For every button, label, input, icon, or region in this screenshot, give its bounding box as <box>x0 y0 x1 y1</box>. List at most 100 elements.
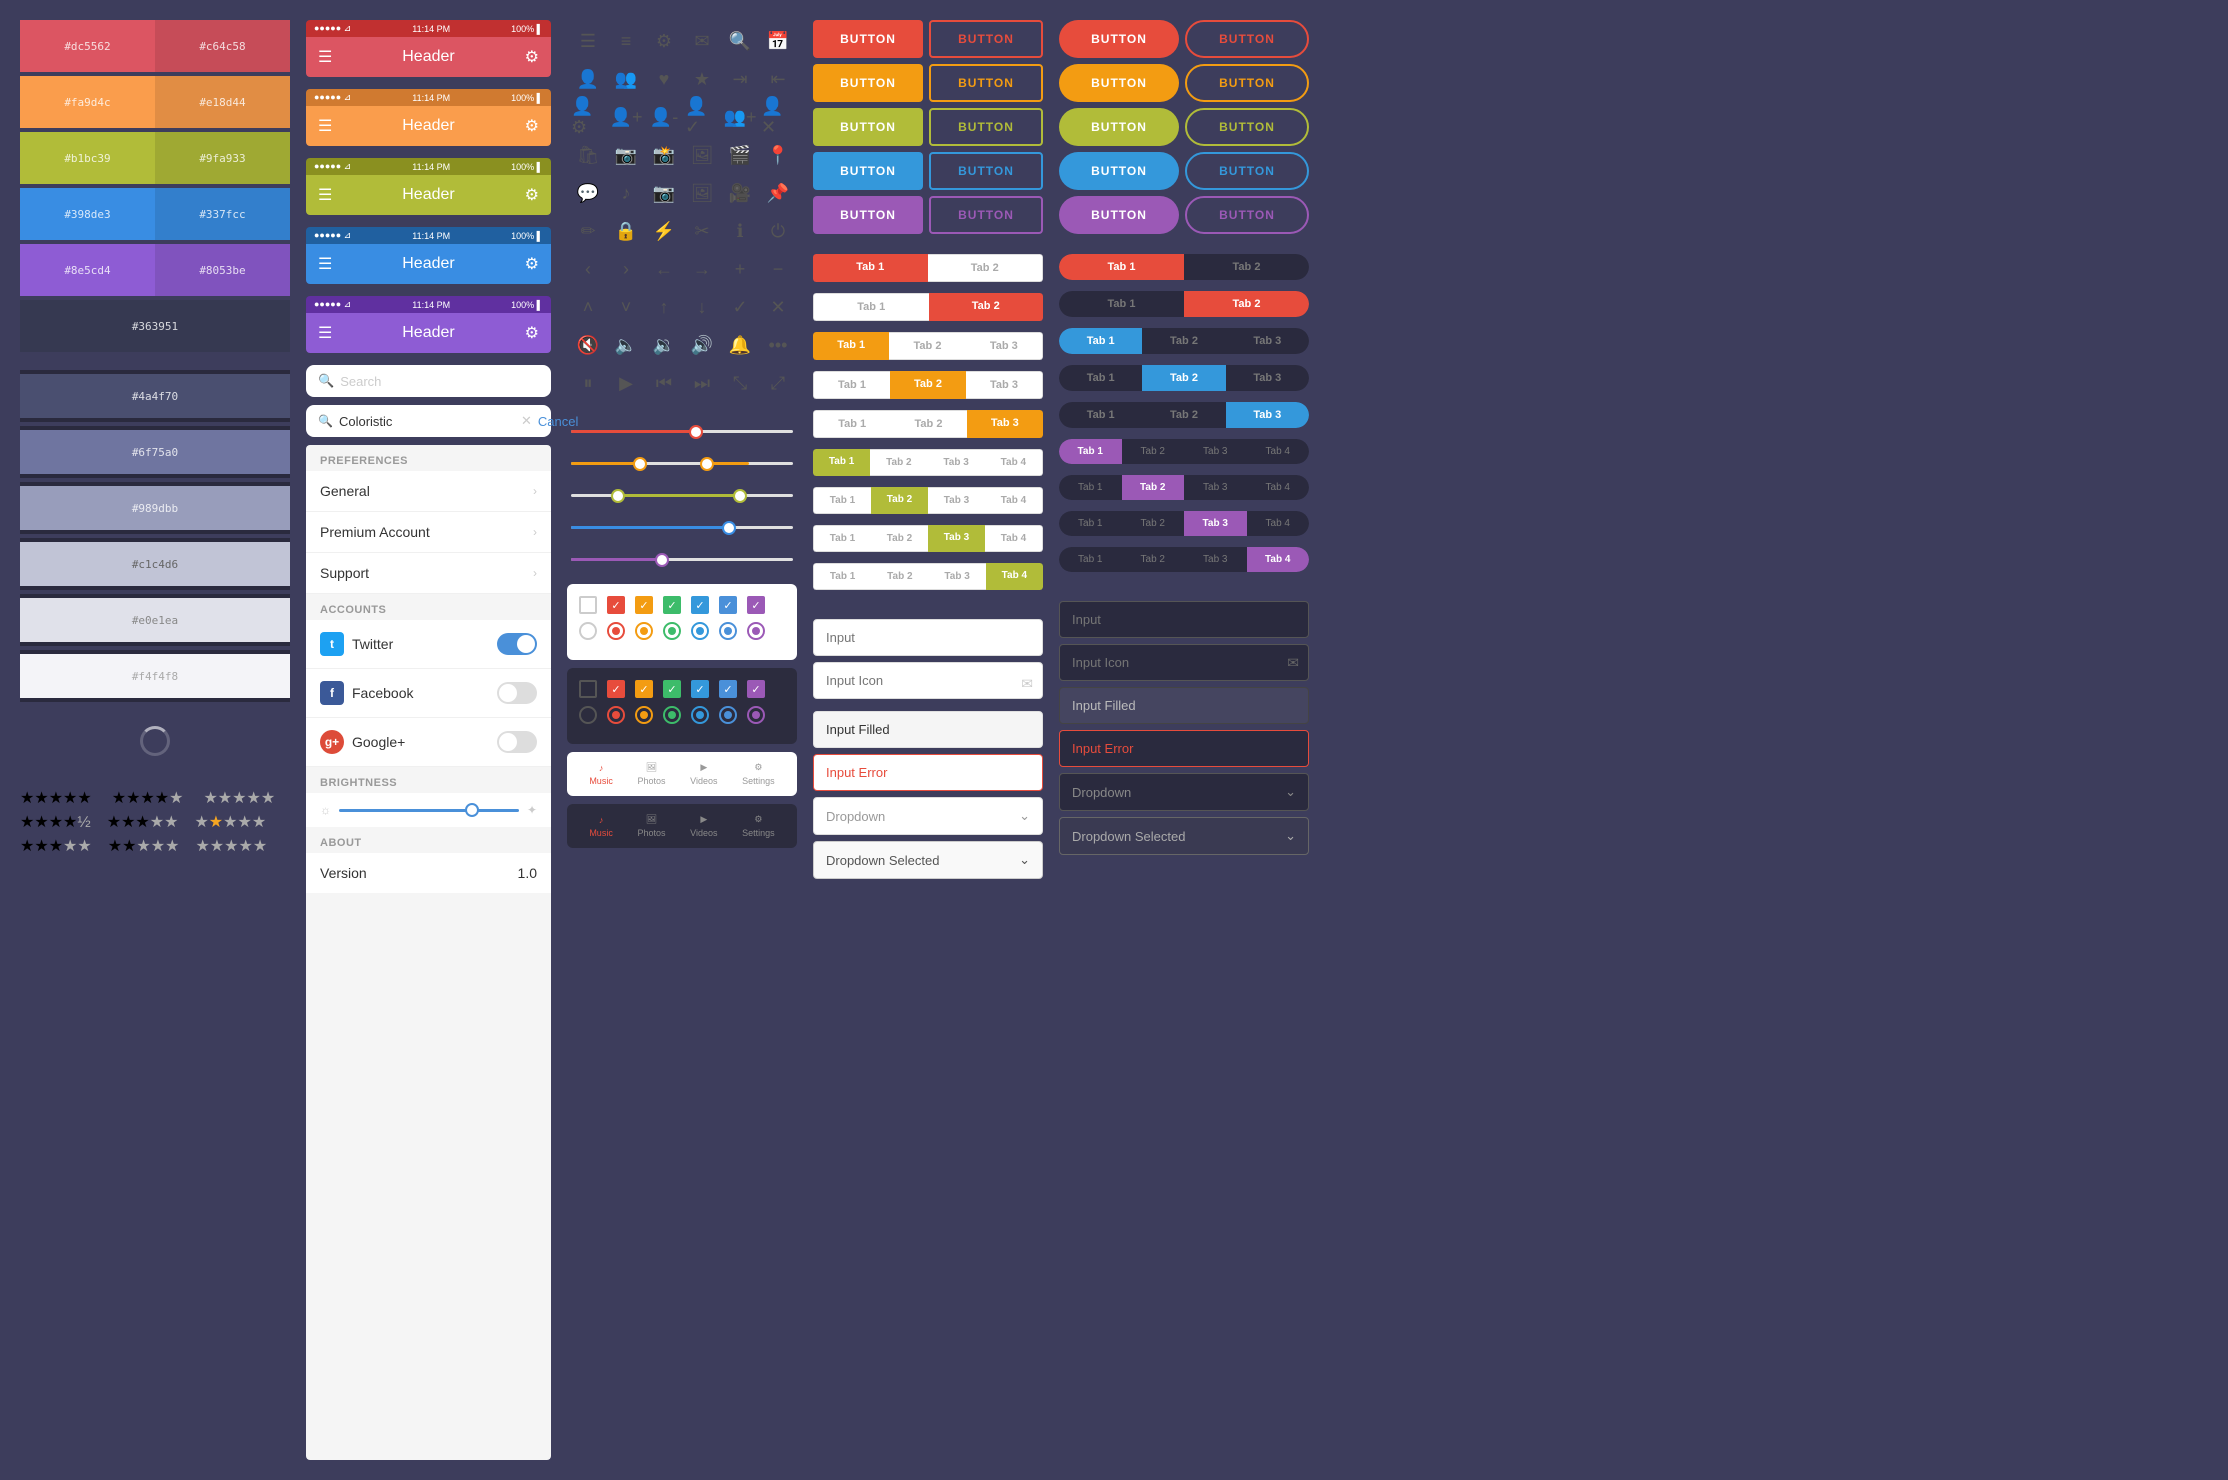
tab-dark-p1-3[interactable]: Tab 3 <box>1184 439 1247 464</box>
tab-dark-b1-1[interactable]: Tab 1 <box>1059 328 1142 354</box>
tab-dark-p1-2[interactable]: Tab 2 <box>1122 439 1185 464</box>
tab3-inactive-orange[interactable]: Tab 3 <box>966 332 1043 360</box>
tab4-inactive-green[interactable]: Tab 4 <box>985 449 1043 476</box>
bottom-bar-photos[interactable]: 🖼 Photos <box>637 762 665 786</box>
radio-blue2[interactable] <box>719 622 737 640</box>
tab-dark-p2-2[interactable]: Tab 2 <box>1122 475 1185 500</box>
tab3-a-g3[interactable]: Tab 3 <box>928 525 985 552</box>
tab-dark-b3-1[interactable]: Tab 1 <box>1059 402 1142 428</box>
tab1-active-red[interactable]: Tab 1 <box>813 254 928 282</box>
radio-dark-blue[interactable] <box>691 706 709 724</box>
tab1-i-g3[interactable]: Tab 1 <box>813 525 871 552</box>
tab2-active-orange2[interactable]: Tab 2 <box>890 371 966 399</box>
bottom-bar-dark-music[interactable]: ♪ Music <box>589 815 613 838</box>
btn-rounded-outline-blue[interactable]: BUTTON <box>1185 152 1309 190</box>
tab3-inactive-orange2[interactable]: Tab 3 <box>966 371 1043 399</box>
radio-dark-red[interactable] <box>607 706 625 724</box>
btn-rounded-outline-orange[interactable]: BUTTON <box>1185 64 1309 102</box>
radio-dark-unchecked[interactable] <box>579 706 597 724</box>
checkbox-green[interactable]: ✓ <box>663 596 681 614</box>
tab-dark-p2-1[interactable]: Tab 1 <box>1059 475 1122 500</box>
btn-rounded-solid-red[interactable]: BUTTON <box>1059 20 1179 58</box>
slider-blue[interactable] <box>571 520 793 536</box>
tab-dark-p1-1[interactable]: Tab 1 <box>1059 439 1122 464</box>
bottom-bar-dark-videos[interactable]: ▶ Videos <box>690 814 717 838</box>
input-dark-icon-field[interactable] <box>1059 644 1309 681</box>
slider-purple[interactable] <box>571 552 793 568</box>
tab-dark-1-active-red[interactable]: Tab 1 <box>1059 254 1184 280</box>
bottom-bar-settings[interactable]: ⚙ Settings <box>742 762 775 786</box>
tab-dark-p3-2[interactable]: Tab 2 <box>1122 511 1185 536</box>
checkbox-blue[interactable]: ✓ <box>691 596 709 614</box>
tab-dark-b1-2[interactable]: Tab 2 <box>1142 328 1225 354</box>
tab-dark-p4-1[interactable]: Tab 1 <box>1059 547 1122 572</box>
input-filled-field[interactable] <box>813 711 1043 748</box>
radio-dark-green[interactable] <box>663 706 681 724</box>
tab-dark-b2-1[interactable]: Tab 1 <box>1059 365 1142 391</box>
tab1-inactive-orange2[interactable]: Tab 1 <box>813 371 890 399</box>
slider-orange[interactable] <box>571 456 793 472</box>
radio-purple[interactable] <box>747 622 765 640</box>
tab4-a-g4[interactable]: Tab 4 <box>986 563 1043 590</box>
search-input[interactable] <box>339 414 515 429</box>
tab4-i-g3[interactable]: Tab 4 <box>985 525 1043 552</box>
tab-dark-p4-3[interactable]: Tab 3 <box>1184 547 1247 572</box>
checkbox-unchecked[interactable] <box>579 596 597 614</box>
btn-rounded-solid-orange[interactable]: BUTTON <box>1059 64 1179 102</box>
tab2-inactive-red[interactable]: Tab 2 <box>928 254 1044 282</box>
dropdown-dark-selected-field[interactable]: Dropdown Selected ⌄ <box>1059 817 1309 855</box>
tab-dark-2-active-red2[interactable]: Tab 2 <box>1184 291 1309 317</box>
twitter-toggle[interactable] <box>497 633 537 655</box>
checkbox-dark-blue2[interactable]: ✓ <box>719 680 737 698</box>
input-dark-filled-field[interactable] <box>1059 687 1309 724</box>
settings-item-facebook[interactable]: f Facebook <box>306 669 551 718</box>
tab3-inactive-green[interactable]: Tab 3 <box>928 449 985 476</box>
settings-item-googleplus[interactable]: g+ Google+ <box>306 718 551 767</box>
tab-dark-b1-3[interactable]: Tab 3 <box>1226 328 1309 354</box>
slider-track[interactable] <box>339 809 519 812</box>
btn-solid-green[interactable]: BUTTON <box>813 108 923 146</box>
btn-solid-purple[interactable]: BUTTON <box>813 196 923 234</box>
tab2-i-g3[interactable]: Tab 2 <box>871 525 928 552</box>
slider-green[interactable] <box>571 488 793 504</box>
tab-dark-p3-1[interactable]: Tab 1 <box>1059 511 1122 536</box>
btn-rounded-solid-purple[interactable]: BUTTON <box>1059 196 1179 234</box>
tab-dark-1-inactive-red2[interactable]: Tab 1 <box>1059 291 1184 317</box>
tab-dark-p4-2[interactable]: Tab 2 <box>1122 547 1185 572</box>
tab-dark-p4-4[interactable]: Tab 4 <box>1247 547 1310 572</box>
btn-outline-green[interactable]: BUTTON <box>929 108 1043 146</box>
tab2-active-red2[interactable]: Tab 2 <box>929 293 1044 321</box>
input-dark-error-field[interactable] <box>1059 730 1309 767</box>
tab2-a-g2[interactable]: Tab 2 <box>871 487 928 514</box>
tab-dark-b2-2[interactable]: Tab 2 <box>1142 365 1225 391</box>
btn-rounded-outline-green[interactable]: BUTTON <box>1185 108 1309 146</box>
tab3-i-g4[interactable]: Tab 3 <box>929 563 986 590</box>
radio-dark-purple[interactable] <box>747 706 765 724</box>
tab2-i-g4[interactable]: Tab 2 <box>871 563 928 590</box>
btn-rounded-outline-purple[interactable]: BUTTON <box>1185 196 1309 234</box>
tab3-active-orange3[interactable]: Tab 3 <box>967 410 1043 438</box>
btn-rounded-solid-green[interactable]: BUTTON <box>1059 108 1179 146</box>
tab-dark-p3-4[interactable]: Tab 4 <box>1247 511 1310 536</box>
dropdown-field[interactable]: Dropdown ⌄ <box>813 797 1043 835</box>
settings-item-general[interactable]: General › <box>306 471 551 512</box>
tab2-inactive-green[interactable]: Tab 2 <box>870 449 927 476</box>
input-error-field[interactable] <box>813 754 1043 791</box>
tab3-i-g2[interactable]: Tab 3 <box>928 487 985 514</box>
btn-rounded-outline-red[interactable]: BUTTON <box>1185 20 1309 58</box>
tab-dark-b2-3[interactable]: Tab 3 <box>1226 365 1309 391</box>
brightness-slider[interactable]: ☼ ✦ <box>320 803 537 817</box>
tab-dark-p3-3[interactable]: Tab 3 <box>1184 511 1247 536</box>
tab-dark-p1-4[interactable]: Tab 4 <box>1247 439 1310 464</box>
btn-outline-blue[interactable]: BUTTON <box>929 152 1043 190</box>
slider-thumb[interactable] <box>465 803 479 817</box>
tab2-inactive-orange[interactable]: Tab 2 <box>889 332 965 360</box>
input-basic[interactable] <box>813 619 1043 656</box>
tab-dark-p2-3[interactable]: Tab 3 <box>1184 475 1247 500</box>
radio-green[interactable] <box>663 622 681 640</box>
radio-red[interactable] <box>607 622 625 640</box>
settings-item-twitter[interactable]: t Twitter <box>306 620 551 669</box>
tab1-active-green[interactable]: Tab 1 <box>813 449 870 476</box>
tab1-inactive-red2[interactable]: Tab 1 <box>813 293 929 321</box>
tab-dark-b3-2[interactable]: Tab 2 <box>1142 402 1225 428</box>
